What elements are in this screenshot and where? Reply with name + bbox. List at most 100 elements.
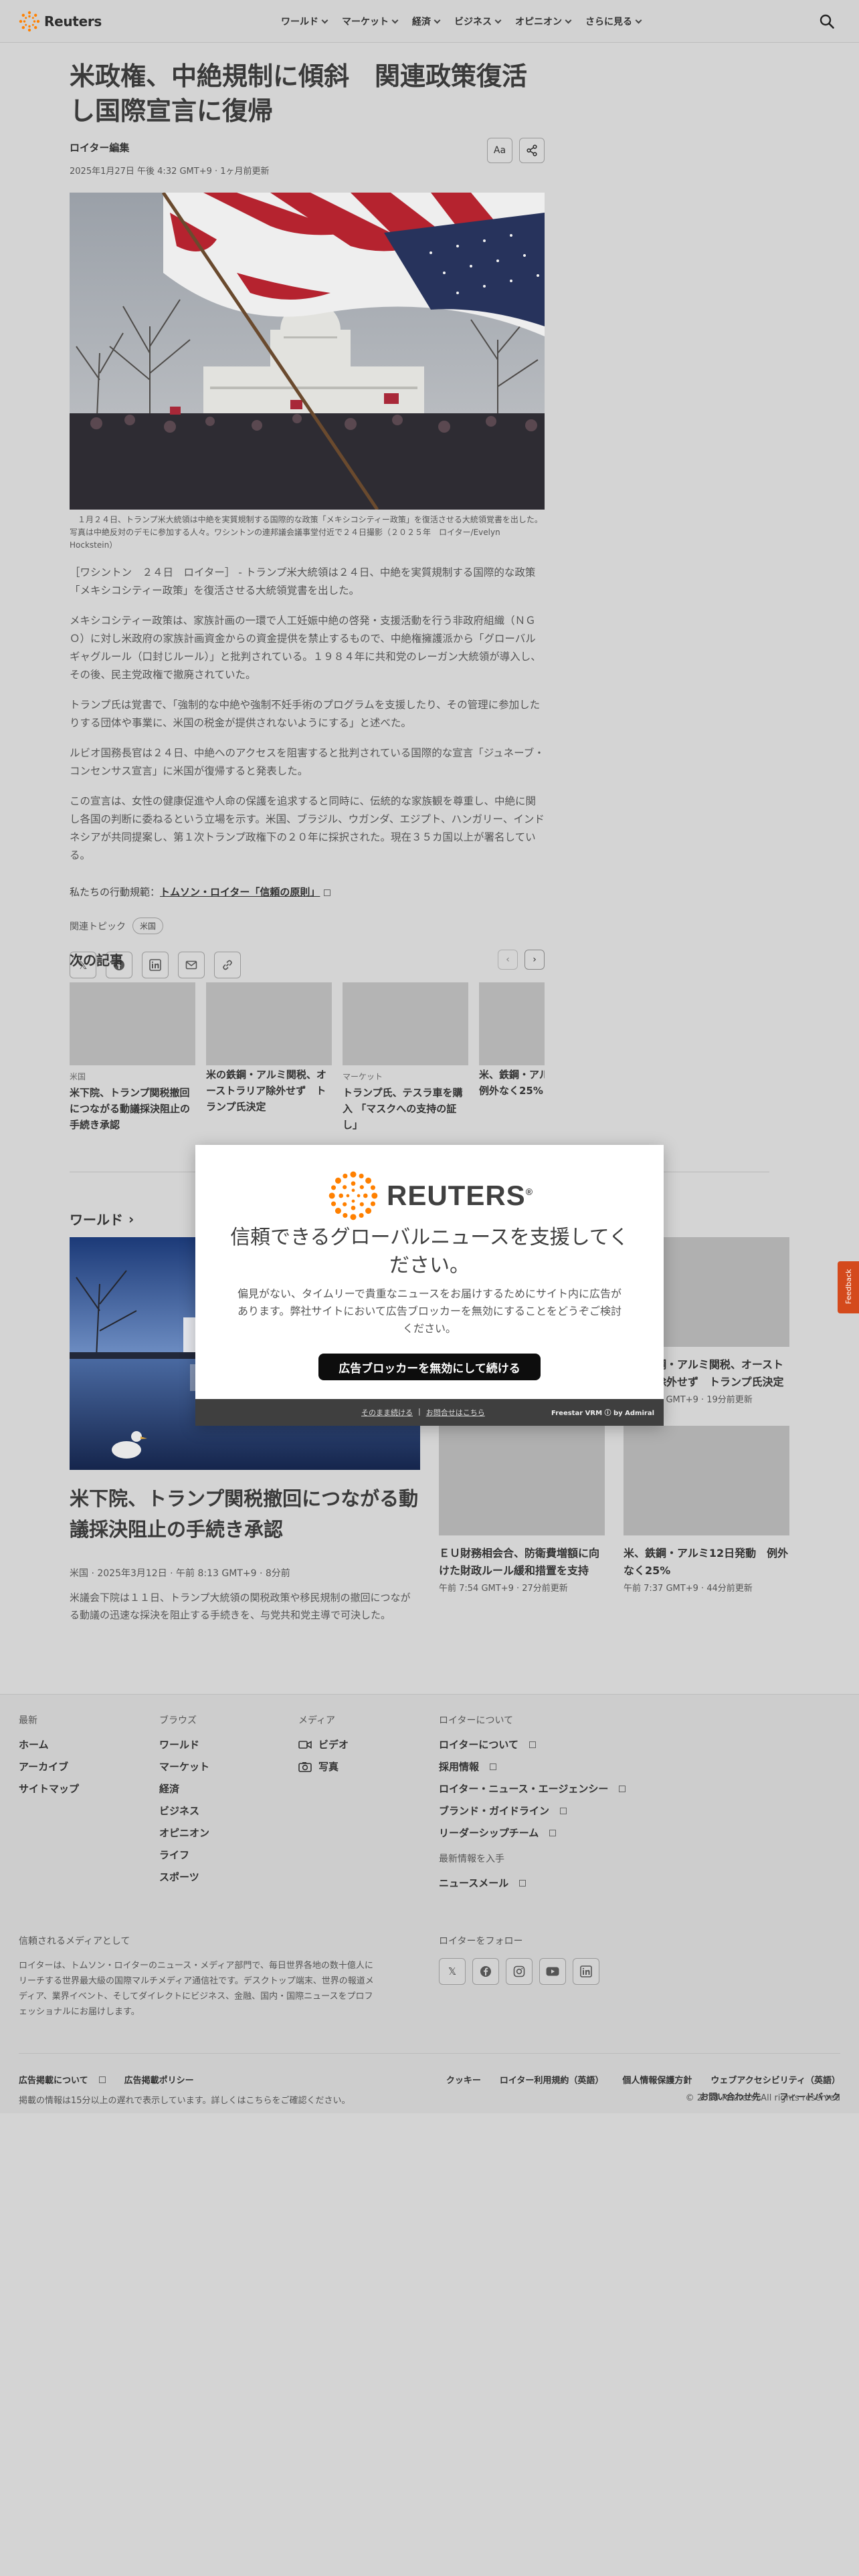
footer-link-video[interactable]: ビデオ (298, 1737, 349, 1751)
chevron-down-icon (565, 17, 572, 23)
legal-link[interactable]: 個人情報保護方針 (622, 2073, 692, 2086)
footer-link[interactable]: 採用情報 (439, 1759, 626, 1774)
next-article-card[interactable]: マーケット トランプ氏、テスラ車を購入 「マスクへの支持の証し」 (343, 982, 468, 1133)
chevron-down-icon (635, 17, 642, 23)
footer-link[interactable]: ワールド (159, 1737, 209, 1751)
footer-link[interactable]: アーカイブ (19, 1759, 79, 1774)
continue-anyway-link[interactable]: そのまま続ける (361, 1407, 413, 1418)
legal-link[interactable]: ロイター利用規約（英語） (500, 2073, 603, 2086)
legal-link[interactable]: 広告掲載ポリシー (124, 2073, 194, 2086)
x-follow-button[interactable]: 𝕏 (439, 1958, 466, 1985)
linkedin-follow-button[interactable] (573, 1958, 599, 1985)
footer-link[interactable]: ホーム (19, 1737, 79, 1751)
footer-link-photos[interactable]: 写真 (298, 1759, 349, 1774)
legal-link[interactable]: クッキー (446, 2073, 481, 2086)
footer-divider (19, 2053, 840, 2054)
card-category[interactable]: 米国 (70, 1071, 195, 1082)
footer-link[interactable]: ライフ (159, 1848, 209, 1862)
article-byline[interactable]: ロイター編集 (70, 140, 545, 154)
newsletter-link[interactable]: ニュースメール (439, 1876, 626, 1890)
footer-link[interactable]: リーダーシップチーム (439, 1826, 626, 1840)
footer-link-label: ニュースメール (439, 1877, 509, 1889)
nav-item-business[interactable]: ビジネス (454, 15, 502, 28)
next-articles: 次の記事 ‹ › 米国 米下院、トランプ関税撤回につながる動議採決阻止の手続き承… (70, 950, 545, 1133)
follow-heading: ロイターをフォロー (439, 1936, 523, 1947)
trusted-heading: 信頼されるメディアとして (19, 1936, 130, 1947)
footer-link[interactable]: スポーツ (159, 1870, 209, 1884)
footer-link-label: ロイター・ニュース・エージェンシー (439, 1783, 609, 1795)
world-main-description: 米議会下院は１１日、トランプ大統領の関税政策や移民規制の撤回につながる動議の迅速… (70, 1592, 411, 1621)
reuters-logo[interactable]: Reuters (19, 11, 102, 32)
carousel-controls: ‹ › (498, 950, 545, 970)
card-title[interactable]: 米下院、トランプ関税撤回につながる動議採決阻止の手続き承認 (70, 1085, 195, 1133)
facebook-icon (480, 1966, 491, 1977)
card-title[interactable]: 米の鉄鋼・アルミ関税、オーストラリア除外せず トランプ氏決定 (206, 1067, 332, 1115)
linkedin-icon (580, 1965, 592, 1977)
external-link-icon (324, 889, 331, 896)
world-card[interactable]: ＥＵ財務相会合、防衛費増額に向けた財政ルール緩和措置を支持 午前 7:54 GM… (439, 1426, 605, 1594)
next-article-card[interactable]: 米国 米下院、トランプ関税撤回につながる動議採決阻止の手続き承認 (70, 982, 195, 1133)
legal-link[interactable]: 広告掲載について (19, 2073, 106, 2086)
contact-link[interactable]: お問合せはこちら (426, 1407, 485, 1418)
card-image-placeholder (343, 982, 468, 1065)
nav-item-world[interactable]: ワールド (281, 15, 328, 28)
related-topics: 関連トピック 米国 (70, 918, 545, 934)
nav-item-markets[interactable]: マーケット (342, 15, 399, 28)
search-icon[interactable] (819, 13, 835, 29)
nav-item-economy[interactable]: 経済 (412, 15, 441, 28)
feedback-label: Feedback (844, 1269, 853, 1304)
footer-legal-left: 広告掲載について 広告掲載ポリシー (19, 2054, 194, 2094)
reuters-logo-text: Reuters (44, 13, 102, 29)
article-paragraph: この宣言は、女性の健康促進や人命の保護を追求すると同時に、伝統的な家族観を尊重し… (70, 795, 545, 861)
footer-link-label: 写真 (318, 1761, 339, 1773)
admiral-branding[interactable]: Freestar VRM ⓘ by Admiral (551, 1407, 654, 1417)
modal-reuters-logo: REUTERS® (328, 1170, 533, 1221)
carousel-prev-button[interactable]: ‹ (498, 950, 518, 970)
modal-link-separator: | (418, 1407, 421, 1416)
facebook-follow-button[interactable] (472, 1958, 499, 1985)
nav-label: マーケット (342, 17, 389, 27)
footer-link[interactable]: 経済 (159, 1782, 209, 1796)
x-icon: 𝕏 (448, 1965, 457, 1977)
youtube-follow-button[interactable] (539, 1958, 566, 1985)
carousel-next-button[interactable]: › (524, 950, 545, 970)
reuters-logo-icon (19, 11, 40, 32)
footer-link[interactable]: ロイターについて (439, 1737, 626, 1751)
next-article-card[interactable]: 米の鉄鋼・アルミ関税、オーストラリア除外せず トランプ氏決定 (206, 982, 332, 1133)
card-title[interactable]: トランプ氏、テスラ車を購入 「マスクへの支持の証し」 (343, 1085, 468, 1133)
footer-link[interactable]: ビジネス (159, 1804, 209, 1818)
chevron-down-icon (321, 17, 328, 23)
footer-link[interactable]: マーケット (159, 1759, 209, 1774)
share-button[interactable] (519, 138, 545, 163)
world-main-headline[interactable]: 米下院、トランプ関税撤回につながる動議採決阻止の手続き承認 (70, 1483, 420, 1545)
footer-link-label: ビデオ (318, 1739, 349, 1751)
modal-reuters-wordmark: REUTERS® (387, 1180, 533, 1212)
external-link-icon (560, 1807, 567, 1814)
legal-link[interactable]: ウェブアクセシビリティ（英語） (710, 2073, 840, 2086)
card-category[interactable]: マーケット (343, 1071, 468, 1082)
footer-link-label: ブランド・ガイドライン (439, 1805, 550, 1817)
world-card[interactable]: 米、鉄鋼・アルミ12日発動 例外なく25% 午前 7:37 GMT+9 · 44… (624, 1426, 789, 1594)
font-size-button[interactable]: Aa (487, 138, 512, 163)
topic-chip-us[interactable]: 米国 (132, 918, 164, 934)
footer-copyright: © 2024 Reuters. All rights reserved (685, 2093, 840, 2103)
footer-col-latest: 最新 ホーム アーカイブ サイトマップ (19, 1713, 79, 1804)
trust-principles-link[interactable]: トムソン・ロイター「信頼の原則」 (160, 886, 320, 898)
nav-item-more[interactable]: さらに見る (585, 15, 642, 28)
feedback-tab[interactable]: Feedback (838, 1261, 859, 1313)
world-card-title[interactable]: ＥＵ財務相会合、防衛費増額に向けた財政ルール緩和措置を支持 (439, 1545, 605, 1580)
footer-link[interactable]: オピニオン (159, 1826, 209, 1840)
reuters-logo-icon (328, 1171, 378, 1220)
footer-link[interactable]: ブランド・ガイドライン (439, 1804, 626, 1818)
world-card-title[interactable]: 米、鉄鋼・アルミ12日発動 例外なく25% (624, 1545, 789, 1580)
site-header: Reuters ワールド マーケット 経済 ビジネス オピニオン さらに見る (0, 0, 859, 43)
footer-col-heading: 最新 (19, 1715, 37, 1726)
footer-link[interactable]: サイトマップ (19, 1782, 79, 1796)
footer-link[interactable]: ロイター・ニュース・エージェンシー (439, 1782, 626, 1796)
modal-links: そのまま続ける | お問合せはこちら (361, 1407, 485, 1418)
card-title[interactable]: 米、鉄鋼・アルミ12日発動 例外なく25% (479, 1067, 545, 1099)
disable-adblock-button[interactable]: 広告ブロッカーを無効にして続ける (318, 1354, 541, 1380)
instagram-follow-button[interactable] (506, 1958, 533, 1985)
next-article-card[interactable]: 米、鉄鋼・アルミ12日発動 例外なく25% (479, 982, 545, 1133)
nav-item-opinion[interactable]: オピニオン (515, 15, 572, 28)
